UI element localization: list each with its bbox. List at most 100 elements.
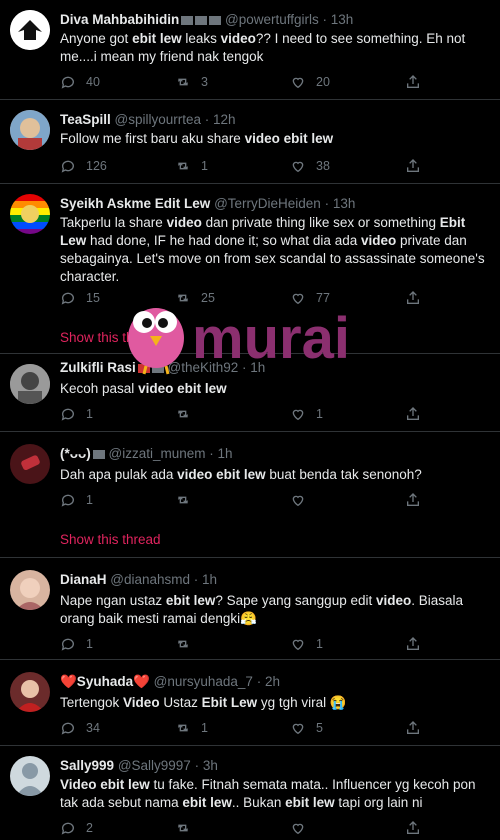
- like-button[interactable]: 20: [290, 74, 330, 90]
- retweet-button[interactable]: [175, 820, 201, 836]
- display-name[interactable]: (*ᴗᴗ): [60, 446, 91, 461]
- reply-button[interactable]: 126: [60, 158, 107, 174]
- like-button[interactable]: 1: [290, 636, 323, 652]
- avatar[interactable]: [10, 756, 50, 796]
- keyword-highlight: video: [220, 31, 256, 46]
- heart-icon: [292, 823, 304, 835]
- reply-button[interactable]: 1: [60, 492, 93, 508]
- share-button[interactable]: [405, 820, 421, 836]
- heart-icon: [292, 495, 304, 507]
- retweet-icon: [177, 162, 189, 170]
- avatar[interactable]: [10, 364, 50, 404]
- retweet-button[interactable]: 3: [175, 74, 208, 90]
- share-button[interactable]: [405, 406, 421, 422]
- like-button[interactable]: [290, 492, 316, 508]
- reply-button[interactable]: 1: [60, 406, 93, 422]
- reply-button[interactable]: 15: [60, 290, 100, 306]
- timestamp[interactable]: 12h: [213, 112, 236, 127]
- text-segment: Nape ngan ustaz: [60, 593, 166, 608]
- user-handle[interactable]: @Sally9997: [118, 758, 191, 773]
- reply-count: 126: [86, 159, 107, 173]
- tweet-text: Kecoh pasal video ebit lew: [60, 380, 486, 398]
- retweet-button[interactable]: [175, 406, 201, 422]
- tweet-actions: 1 1: [60, 406, 420, 426]
- timestamp[interactable]: 13h: [333, 196, 356, 211]
- show-thread-link[interactable]: Show this thread: [60, 532, 161, 547]
- tweet-text: Takperlu la share video dan private thin…: [60, 214, 486, 286]
- display-name[interactable]: TeaSpill: [60, 112, 111, 127]
- timestamp[interactable]: 1h: [202, 572, 217, 587]
- avatar[interactable]: [10, 570, 50, 610]
- user-handle[interactable]: @nursyuhada_7: [154, 674, 253, 689]
- heart-icon: [292, 161, 304, 173]
- display-name[interactable]: Syeikh Askme Edit Lew: [60, 196, 210, 211]
- reply-icon: [61, 292, 74, 305]
- user-handle[interactable]: @izzati_munem: [109, 446, 206, 461]
- display-name[interactable]: DianaH: [60, 572, 107, 587]
- tweet-card[interactable]: DianaH @dianahsmd · 1h Nape ngan ustaz e…: [0, 558, 500, 660]
- murai-watermark: murai: [120, 296, 400, 376]
- share-button[interactable]: [405, 74, 421, 90]
- text-segment: dan private thing like sex or something: [201, 215, 440, 230]
- text-segment: Kecoh pasal: [60, 381, 139, 396]
- avatar[interactable]: [10, 444, 50, 484]
- user-handle[interactable]: @powertuffgirls: [225, 12, 319, 27]
- tweet-actions: 1 1: [60, 636, 420, 656]
- share-icon: [407, 493, 419, 506]
- avatar[interactable]: [10, 10, 50, 50]
- user-handle[interactable]: @spillyourrtea: [115, 112, 201, 127]
- text-segment: Dah apa pulak ada: [60, 467, 178, 482]
- like-count: 38: [316, 159, 330, 173]
- share-icon: [407, 407, 419, 420]
- bird-logo-icon: murai: [128, 306, 350, 375]
- share-button[interactable]: [405, 158, 421, 174]
- tweet-card[interactable]: Sally999 @Sally9997 · 3h Video ebit lew …: [0, 746, 500, 840]
- tweet-card[interactable]: TeaSpill @spillyourrtea · 12h Follow me …: [0, 100, 500, 184]
- heart-icon: [292, 77, 304, 89]
- share-icon: [407, 75, 419, 88]
- retweet-button[interactable]: 1: [175, 720, 208, 736]
- tweet-text: Tertengok Video Ustaz Ebit Lew yg tgh vi…: [60, 694, 486, 712]
- tweet-card[interactable]: Diva Mahbabihidin @powertuffgirls · 13h …: [0, 0, 500, 100]
- tweet-card[interactable]: (*ᴗᴗ) @izzati_munem · 1h Dah apa pulak a…: [0, 432, 500, 558]
- display-name[interactable]: Sally999: [60, 758, 114, 773]
- like-button[interactable]: 38: [290, 158, 330, 174]
- tweet-text: Nape ngan ustaz ebit lew? Sape yang sang…: [60, 592, 486, 628]
- like-button[interactable]: [290, 820, 316, 836]
- avatar[interactable]: [10, 110, 50, 150]
- share-button[interactable]: [405, 290, 421, 306]
- like-button[interactable]: 5: [290, 720, 323, 736]
- retweet-icon: [177, 78, 189, 86]
- timestamp[interactable]: 13h: [331, 12, 354, 27]
- text-segment: Follow me first baru aku share: [60, 131, 245, 146]
- keyword-highlight: video ebit lew: [244, 131, 334, 146]
- retweet-button[interactable]: [175, 636, 201, 652]
- share-button[interactable]: [405, 636, 421, 652]
- reply-button[interactable]: 1: [60, 636, 93, 652]
- user-handle[interactable]: @dianahsmd: [110, 572, 190, 587]
- avatar[interactable]: [10, 194, 50, 234]
- reply-button[interactable]: 2: [60, 820, 93, 836]
- share-button[interactable]: [405, 720, 421, 736]
- like-button[interactable]: 1: [290, 406, 323, 422]
- heart-icon: [292, 639, 304, 651]
- watermark-text: murai: [192, 306, 350, 371]
- reply-count: 15: [86, 291, 100, 305]
- reply-button[interactable]: 40: [60, 74, 100, 90]
- display-name[interactable]: ❤️Syuhada❤️: [60, 674, 150, 689]
- user-handle[interactable]: @TerryDieHeiden: [214, 196, 321, 211]
- share-button[interactable]: [405, 492, 421, 508]
- reply-button[interactable]: 34: [60, 720, 100, 736]
- retweet-button[interactable]: [175, 492, 201, 508]
- timestamp[interactable]: 3h: [203, 758, 218, 773]
- retweet-icon: [177, 410, 189, 418]
- timestamp[interactable]: 2h: [265, 674, 280, 689]
- display-name[interactable]: Diva Mahbabihidin: [60, 12, 179, 27]
- avatar[interactable]: [10, 672, 50, 712]
- retweet-button[interactable]: 1: [175, 158, 208, 174]
- retweet-icon: [177, 640, 189, 648]
- reply-icon: [61, 408, 74, 421]
- tweet-card[interactable]: ❤️Syuhada❤️ @nursyuhada_7 · 2h Tertengok…: [0, 660, 500, 746]
- timestamp[interactable]: 1h: [218, 446, 233, 461]
- keyword-highlight: video: [360, 233, 397, 248]
